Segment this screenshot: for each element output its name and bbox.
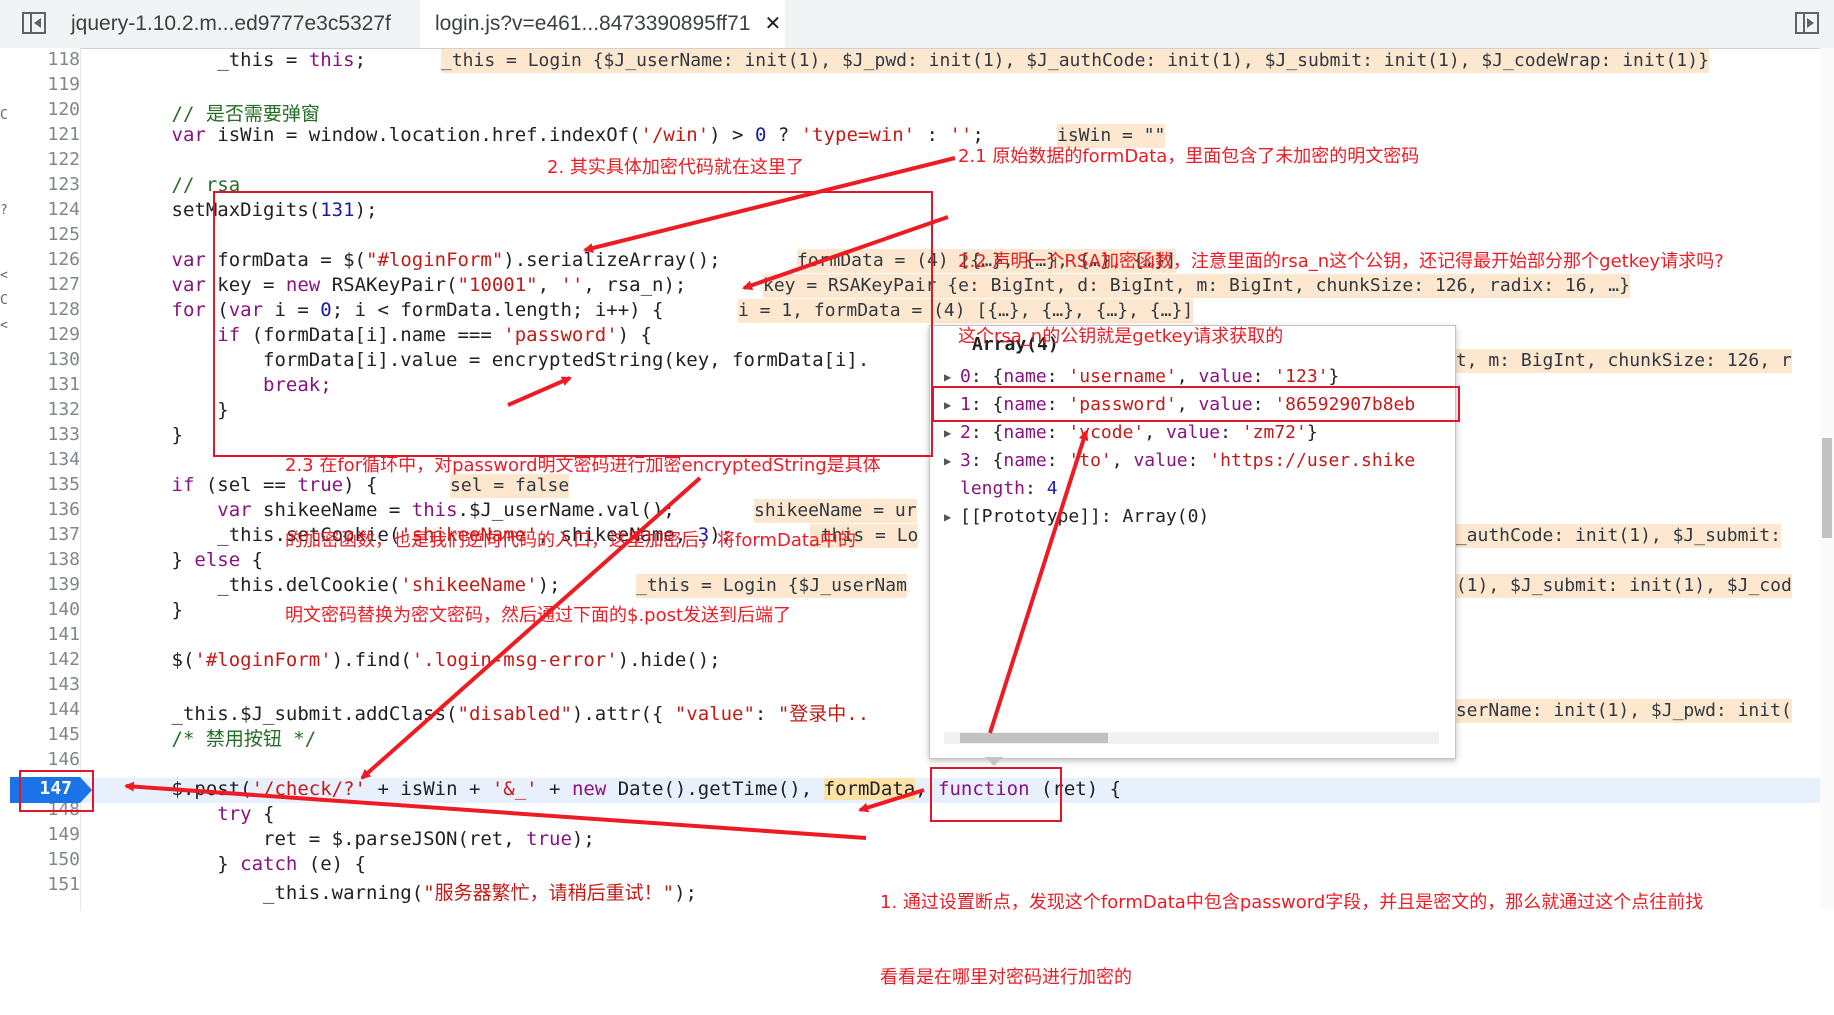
code-line-149: ret = $.parseJSON(ret, true); xyxy=(171,828,595,850)
line-number[interactable]: 139 xyxy=(18,574,80,595)
line-number[interactable]: 149 xyxy=(18,824,80,845)
code-line-145: /* 禁用按钮 */ xyxy=(171,728,317,750)
annotation-box-breakpoint xyxy=(19,770,94,812)
annotation-step-1: 1. 通过设置断点，发现这个formData中包含password字段，并且是密… xyxy=(880,892,1704,988)
expand-triangle-icon[interactable]: ▶ xyxy=(944,370,951,384)
inline-value: _this = Login {$J_userName: init(1), $J_… xyxy=(441,49,1709,73)
annotation-step-2-1: 2.1 原始数据的formData，里面包含了未加密的明文密码 xyxy=(958,146,1420,167)
popover-horizontal-scrollbar[interactable] xyxy=(944,732,1439,744)
line-number[interactable]: 135 xyxy=(18,474,80,495)
line-number[interactable]: 145 xyxy=(18,724,80,745)
line-number[interactable]: 121 xyxy=(18,124,80,145)
line-number[interactable]: 122 xyxy=(18,149,80,170)
code-line-148: try { xyxy=(171,803,275,825)
code-line-150: } catch (e) { xyxy=(171,853,366,875)
line-number[interactable]: 125 xyxy=(18,224,80,245)
popover-length-row: length: 4 xyxy=(960,478,1058,499)
inline-value: J_authCode: init(1), $J_submit: xyxy=(1445,524,1781,548)
expand-triangle-icon[interactable]: ▶ xyxy=(944,454,951,468)
inline-value: t(1), $J_submit: init(1), $J_cod xyxy=(1445,574,1792,598)
line-number[interactable]: 118 xyxy=(18,49,80,70)
annotation-step-2: 2. 其实具体加密代码就在这里了 xyxy=(547,157,804,178)
code-line-121: var isWin = window.location.href.indexOf… xyxy=(171,124,984,146)
panel-edge-char: C xyxy=(0,293,8,308)
line-number[interactable]: 119 xyxy=(18,74,80,95)
scrollbar-thumb[interactable] xyxy=(1822,438,1832,538)
expand-triangle-icon[interactable]: ▶ xyxy=(944,510,951,524)
line-number[interactable]: 124 xyxy=(18,199,80,220)
line-number[interactable]: 129 xyxy=(18,324,80,345)
toggle-navigator-icon[interactable] xyxy=(22,12,46,34)
toggle-debugger-icon[interactable] xyxy=(1795,12,1819,34)
tab-label: jquery-1.10.2.m...ed9777e3c5327f xyxy=(71,12,391,35)
hovered-formdata-token[interactable]: formData xyxy=(823,778,916,800)
inline-value: userName: init(1), $J_pwd: init( xyxy=(1445,699,1792,723)
panel-edge-char: C xyxy=(0,108,8,123)
annotation-box-formdata-token xyxy=(930,767,1062,822)
line-number[interactable]: 143 xyxy=(18,674,80,695)
line-number[interactable]: 128 xyxy=(18,299,80,320)
expand-triangle-icon[interactable]: ▶ xyxy=(944,426,951,440)
popover-row-3[interactable]: 3: {name: 'to', value: 'https://user.shi… xyxy=(960,450,1415,471)
close-tab-icon[interactable]: ✕ xyxy=(764,13,781,35)
line-number[interactable]: 138 xyxy=(18,549,80,570)
line-number[interactable]: 144 xyxy=(18,699,80,720)
popover-row-2[interactable]: 2: {name: 'vcode', value: 'zm72'} xyxy=(960,422,1318,443)
panel-edge-char: < xyxy=(0,318,8,333)
line-number[interactable]: 134 xyxy=(18,449,80,470)
tab-jquery[interactable]: jquery-1.10.2.m...ed9777e3c5327f xyxy=(56,0,406,48)
line-number[interactable]: 140 xyxy=(18,599,80,620)
scrollbar-thumb[interactable] xyxy=(960,733,1108,743)
tab-label: login.js?v=e461...8473390895ff71 xyxy=(435,12,751,35)
line-number[interactable]: 137 xyxy=(18,524,80,545)
line-number[interactable]: 136 xyxy=(18,499,80,520)
code-line-120: // 是否需要弹窗 xyxy=(171,103,320,125)
annotation-step-2-2: 2.2 声明一个RSA加密函数，注意里面的rsa_n这个公钥，还记得最开始部分那… xyxy=(958,251,1724,347)
editor-vertical-scrollbar[interactable] xyxy=(1820,48,1834,911)
panel-edge-char: < xyxy=(0,268,8,283)
line-number[interactable]: 133 xyxy=(18,424,80,445)
line-number[interactable]: 146 xyxy=(18,749,80,770)
line-number[interactable]: 127 xyxy=(18,274,80,295)
line-number[interactable]: 126 xyxy=(18,249,80,270)
panel-edge-char: ? xyxy=(0,203,8,218)
code-line-140: } xyxy=(171,599,183,621)
popover-prototype-row[interactable]: [[Prototype]]: Array(0) xyxy=(960,506,1209,527)
line-number[interactable]: 130 xyxy=(18,349,80,370)
code-line-151: _this.warning("服务器繁忙，请稍后重试！"); xyxy=(171,882,697,904)
line-number[interactable]: 150 xyxy=(18,849,80,870)
tab-login-js[interactable]: login.js?v=e461...8473390895ff71 ✕ xyxy=(420,0,785,48)
annotation-box-password-row xyxy=(932,386,1460,422)
code-line-144: _this.$J_submit.addClass("disabled").att… xyxy=(171,703,870,725)
line-number[interactable]: 123 xyxy=(18,174,80,195)
line-number[interactable]: 141 xyxy=(18,624,80,645)
code-line-138: } else { xyxy=(171,549,264,571)
editor-tab-bar: jquery-1.10.2.m...ed9777e3c5327f login.j… xyxy=(0,0,1834,49)
line-number[interactable]: 132 xyxy=(18,399,80,420)
line-number[interactable]: 151 xyxy=(18,874,80,895)
code-line-133: } xyxy=(171,424,183,446)
line-number[interactable]: 131 xyxy=(18,374,80,395)
code-line-132: } xyxy=(171,399,229,421)
popover-caret-icon xyxy=(985,757,1003,766)
line-number[interactable]: 142 xyxy=(18,649,80,670)
line-number[interactable]: 120 xyxy=(18,99,80,120)
code-line-118: _this = this; xyxy=(217,49,367,71)
annotation-step-2-3: 2.3 在for循环中，对password明文密码进行加密encryptedSt… xyxy=(285,455,881,626)
